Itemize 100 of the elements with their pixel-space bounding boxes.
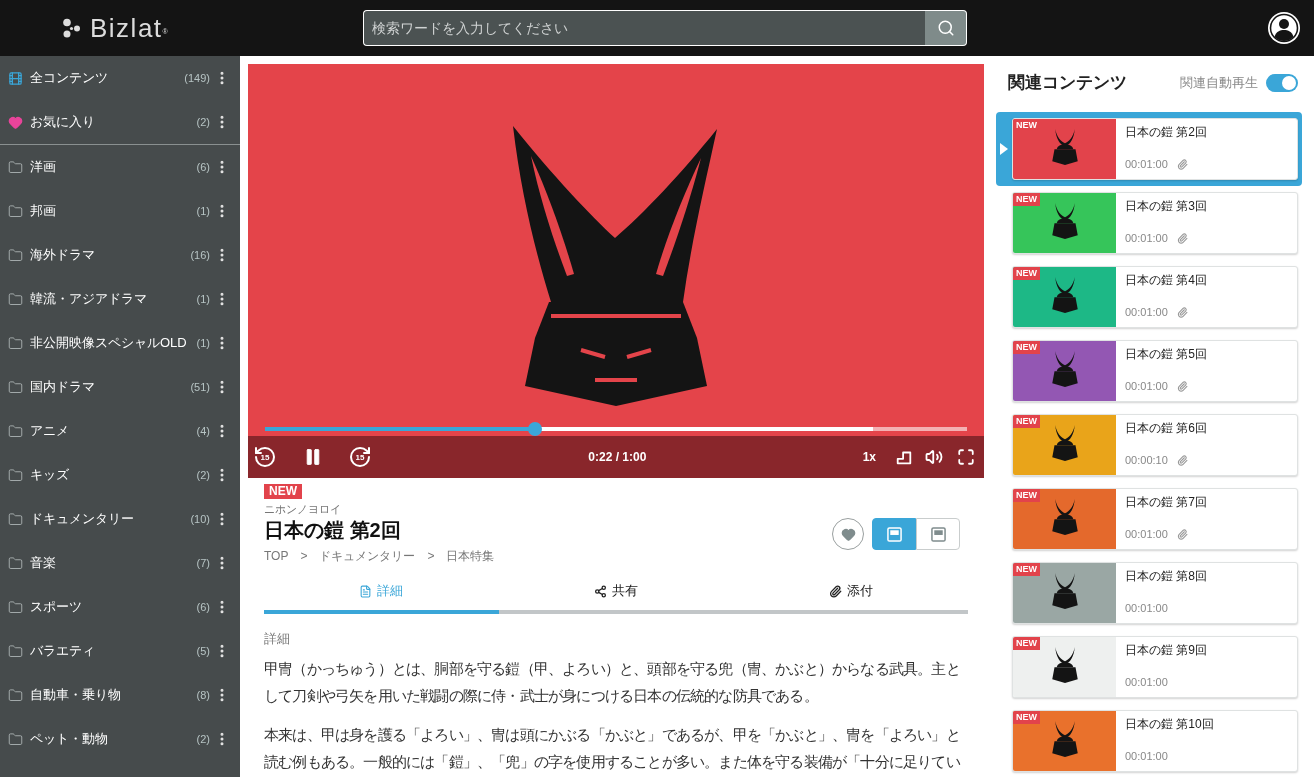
folder-icon <box>8 159 23 175</box>
helmet-drawing <box>1049 571 1080 611</box>
video-card[interactable]: NEW 日本の鎧 第4回 00:01:00 <box>1012 266 1298 328</box>
video-title: 日本の鎧 第7回 <box>1125 494 1207 511</box>
duration-text: 00:01:00 <box>1125 675 1168 690</box>
favorite-button[interactable] <box>832 518 864 550</box>
duration-text: 00:01:00 <box>1125 379 1168 394</box>
breadcrumb-link[interactable]: 日本特集 <box>446 548 495 564</box>
folder-icon <box>8 511 23 527</box>
folder-icon <box>8 687 23 703</box>
helmet-drawing <box>1049 423 1080 463</box>
video-card[interactable]: NEW 日本の鎧 第5回 00:01:00 <box>1012 340 1298 402</box>
video-card[interactable]: NEW 日本の鎧 第9回 00:01:00 <box>1012 636 1298 698</box>
document-icon <box>359 584 373 598</box>
new-badge: NEW <box>1013 563 1040 576</box>
helmet-drawing <box>1049 201 1080 241</box>
heart-icon <box>8 114 23 130</box>
folder-icon <box>8 467 23 483</box>
sidebar-item[interactable]: スポーツ (6) <box>8 585 210 629</box>
sidebar-item[interactable]: キッズ (2) <box>8 453 210 497</box>
helmet-drawing <box>1049 497 1080 537</box>
layout-button[interactable] <box>872 518 916 550</box>
new-badge: NEW <box>1013 341 1040 354</box>
tab[interactable]: 共有 <box>498 572 734 614</box>
folder-icon <box>8 555 23 571</box>
sidebar-item[interactable]: 邦画 (1) <box>8 189 210 233</box>
autoplay-label: 関連自動再生 <box>1180 74 1258 93</box>
video-card[interactable]: NEW 日本の鎧 第2回 00:01:00 <box>1012 118 1298 180</box>
window-icon <box>930 526 946 542</box>
helmet-drawing <box>1049 275 1080 315</box>
layout-button[interactable] <box>916 518 960 550</box>
logo-icon <box>62 18 82 38</box>
selected-item-frame[interactable]: NEW 日本の鎧 第2回 00:01:00 <box>996 112 1302 186</box>
duration-text: 00:01:00 <box>1125 601 1168 616</box>
sidebar-item[interactable]: バラエティ (5) <box>8 629 210 673</box>
sidebar-item[interactable]: 自動車・乗り物 (8) <box>8 673 210 717</box>
sidebar-item[interactable]: 国内ドラマ (51) <box>8 365 210 409</box>
new-badge: NEW <box>1013 489 1040 502</box>
helmet-drawing <box>1049 349 1080 389</box>
sidebar-item[interactable]: 洋画 (6) <box>8 145 210 189</box>
rotate-right-icon <box>348 445 372 469</box>
video-title: 日本の鎧 第10回 <box>1125 716 1214 733</box>
play-icon <box>1000 143 1008 155</box>
sidebar-item[interactable]: 音楽 (7) <box>8 541 210 585</box>
logo[interactable]: Bizlat$^{®}$ <box>62 11 170 45</box>
sidebar-item[interactable]: 韓流・アジアドラマ (1) <box>8 277 210 321</box>
new-badge: NEW <box>1013 193 1040 206</box>
duration-text: 00:01:00 <box>1125 527 1168 542</box>
folder-icon <box>8 335 23 351</box>
film-icon <box>8 70 23 86</box>
paperclip-icon <box>828 584 842 598</box>
sidebar-item[interactable]: ドキュメンタリー (10) <box>8 497 210 541</box>
sidebar-item[interactable]: アニメ (4) <box>8 409 210 453</box>
video-card[interactable]: NEW 日本の鎧 第10回 00:01:00 <box>1012 710 1298 772</box>
share-icon <box>594 584 607 598</box>
window-icon <box>886 526 902 542</box>
forward-button[interactable]: 15 <box>348 445 372 469</box>
rotate-left-icon <box>253 445 277 469</box>
video-title: 日本の鎧 第4回 <box>1125 272 1207 289</box>
video-title: 日本の鎧 第2回 <box>1125 124 1207 141</box>
folder-icon <box>8 423 23 439</box>
video-card[interactable]: NEW 日本の鎧 第6回 00:00:10 <box>1012 414 1298 476</box>
duration-text: 00:01:00 <box>1125 749 1168 764</box>
folder-icon <box>8 379 23 395</box>
video-title: 日本の鎧 第5回 <box>1125 346 1207 363</box>
user-avatar-icon[interactable] <box>1268 12 1300 44</box>
breadcrumb-link[interactable]: TOP <box>264 548 289 564</box>
breadcrumb-link[interactable]: ドキュメンタリー <box>319 548 416 564</box>
breadcrumb-separator: > <box>427 548 435 564</box>
sidebar-item[interactable]: ペット・動物 (2) <box>8 717 210 761</box>
title-reading: ニホンノヨロイ <box>264 502 341 516</box>
rewind-button[interactable]: 15 <box>253 445 277 469</box>
description-paragraph: 甲冑（かっちゅう）とは、胴部を守る鎧（甲、よろい）と、頭部を守る兜（冑、かぶと）からなる武具。主として刀剣や弓矢を用いた戦闘の際に侍・武士が身につける日本の伝統的な防具である。 <box>264 660 961 706</box>
new-badge: NEW <box>1013 415 1040 428</box>
description-paragraph: 本来は、甲は身を護る「よろい」、冑は頭にかぶる「かぶと」であるが、甲を「かぶと」、冑を「よろい」と読む例もある。一般的には「鎧」、「兜」の字を使用することが多い。また体を守る装備が「十分に足りてい <box>264 726 961 772</box>
volume-icon[interactable] <box>925 448 943 466</box>
autoplay-switch[interactable] <box>1266 74 1298 92</box>
speed-button[interactable]: 1x <box>862 448 876 466</box>
sidebar-item[interactable]: お気に入り (2) <box>8 100 210 144</box>
video-title: 日本の鎧 第6回 <box>1125 420 1207 437</box>
folder-icon <box>8 203 23 219</box>
helmet-drawing <box>1049 719 1080 759</box>
tab[interactable]: 添付 <box>733 572 968 614</box>
sidebar-item[interactable]: 非公開映像スペシャルOLD (1) <box>8 321 210 365</box>
duration-text: 00:01:00 <box>1125 231 1168 246</box>
folder-icon <box>8 291 23 307</box>
video-card[interactable]: NEW 日本の鎧 第3回 00:01:00 <box>1012 192 1298 254</box>
related-heading: 関連コンテンツ <box>1008 72 1127 95</box>
video-title: 日本の鎧 第3回 <box>1125 198 1207 215</box>
fullscreen-icon[interactable] <box>957 448 975 466</box>
folder-icon <box>8 731 23 747</box>
video-card[interactable]: NEW 日本の鎧 第7回 00:01:00 <box>1012 488 1298 550</box>
new-badge: NEW <box>1013 267 1040 280</box>
video-title: 日本の鎧 第2回 <box>264 518 401 542</box>
sidebar-item[interactable]: 海外ドラマ (16) <box>8 233 210 277</box>
video-card[interactable]: NEW 日本の鎧 第8回 00:01:00 <box>1012 562 1298 624</box>
video-title: 日本の鎧 第9回 <box>1125 642 1207 659</box>
section-heading: 詳細 <box>264 630 291 648</box>
helmet-drawing <box>1049 127 1080 167</box>
sidebar-item[interactable]: 全コンテンツ (149) <box>8 56 210 100</box>
